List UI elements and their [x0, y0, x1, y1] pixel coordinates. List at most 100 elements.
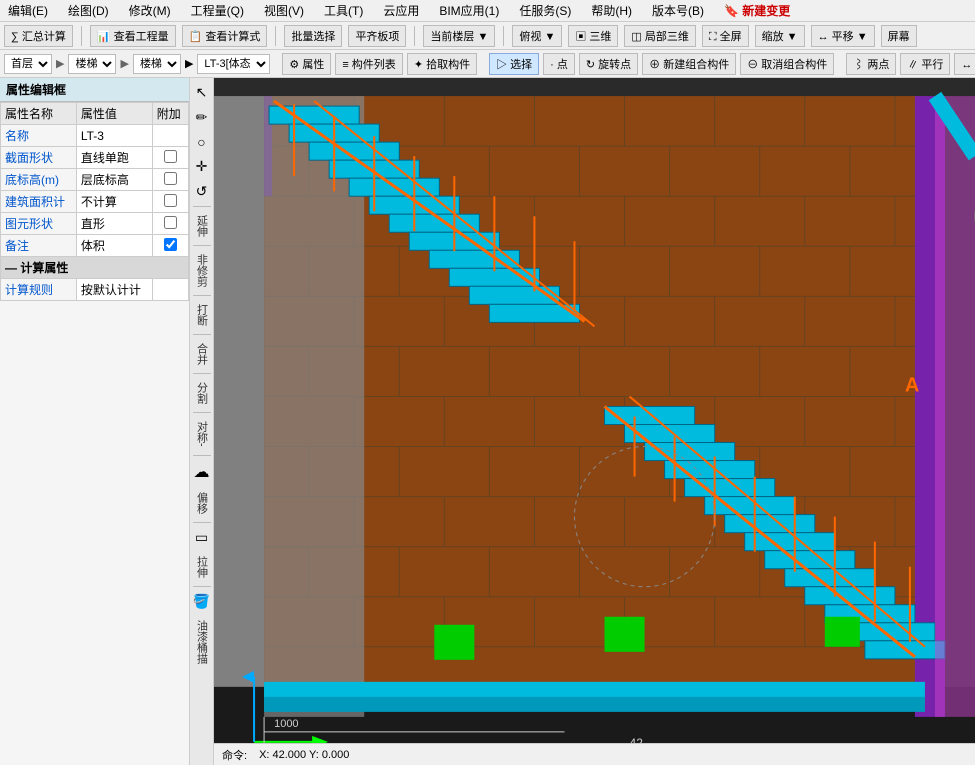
view-formula-btn[interactable]: 📋 查看计算式: [182, 25, 268, 47]
prop-value-shape[interactable]: 直形: [76, 213, 152, 235]
checkbox-elev[interactable]: [164, 172, 177, 185]
checkbox-note[interactable]: [164, 238, 177, 251]
length-mark-btn[interactable]: ↔ 长度标注: [954, 53, 975, 75]
prop-check-note[interactable]: [152, 235, 188, 257]
top-view-btn[interactable]: 俯视 ▼: [512, 25, 562, 47]
col-header-name: 属性名称: [1, 103, 77, 125]
menu-cloud[interactable]: 云应用: [379, 2, 423, 19]
checkbox-area[interactable]: [164, 194, 177, 207]
screen-btn[interactable]: 屏幕: [881, 25, 917, 47]
toolbar-row2: 首层 ▶ 楼梯 ▶ 楼梯 ▶ LT-3[体态 ⚙ 属性 ≡ 构件列表 ✦ 拾取构…: [0, 50, 975, 78]
menu-new-change[interactable]: 🔖 新建变更: [720, 2, 794, 19]
break-btn[interactable]: 打断: [192, 300, 212, 330]
cloud-icon[interactable]: ☁: [192, 460, 212, 484]
component-name-select[interactable]: 楼梯: [133, 54, 181, 74]
prop-label-elev: 底标高(m): [1, 169, 77, 191]
prop-value-elev[interactable]: 层底标高: [76, 169, 152, 191]
cancel-combine-btn[interactable]: ⊖ 取消组合构件: [740, 53, 834, 75]
new-combine-btn[interactable]: ⊕ 新建组合构件: [642, 53, 736, 75]
fullscreen-btn[interactable]: ⛶ 全屏: [702, 25, 749, 47]
comp-arrow: ▶: [120, 57, 128, 70]
left-panel: 属性编辑框 属性名称 属性值 附加 名称 LT-3 截面形状 直线单跑: [0, 78, 190, 765]
zoom-btn[interactable]: 缩放 ▼: [755, 25, 805, 47]
two-point-btn[interactable]: ⌇ 两点: [846, 53, 896, 75]
menu-quantity[interactable]: 工程量(Q): [187, 2, 248, 19]
prop-value-note[interactable]: 体积: [76, 235, 152, 257]
prop-check-elev[interactable]: [152, 169, 188, 191]
floor-select[interactable]: 首层: [4, 54, 52, 74]
menu-service[interactable]: 任服务(S): [515, 2, 575, 19]
align-plate-btn[interactable]: 平齐板项: [348, 25, 406, 47]
status-text: 命令:: [222, 747, 247, 763]
prop-check-area[interactable]: [152, 191, 188, 213]
property-table: 属性名称 属性值 附加 名称 LT-3 截面形状 直线单跑 底标高(m): [0, 102, 189, 301]
vert-sep1: [193, 206, 211, 207]
plus-icon[interactable]: ✛: [194, 156, 210, 177]
menu-modify[interactable]: 修改(M): [125, 2, 175, 19]
split-btn[interactable]: 分割: [192, 378, 212, 408]
vert-sep2: [193, 245, 211, 246]
table-row: 建筑面积计 不计算: [1, 191, 189, 213]
vert-sep7: [193, 455, 211, 456]
checkbox-shape[interactable]: [164, 216, 177, 229]
prop-label-area: 建筑面积计: [1, 191, 77, 213]
cad-drawing: A 1000 42: [214, 78, 975, 765]
current-floor-btn[interactable]: 当前楼层 ▼: [423, 25, 495, 47]
section-header-row: — 计算属性: [1, 257, 189, 279]
rotate-point-btn[interactable]: ↻ 旋转点: [579, 53, 638, 75]
mirror-btn[interactable]: 对称-: [192, 417, 212, 451]
component-spec-select[interactable]: LT-3[体态: [197, 54, 270, 74]
stretch-btn[interactable]: 拉伸: [192, 552, 212, 582]
prop-label-section: 截面形状: [1, 147, 77, 169]
prop-value-area[interactable]: 不计算: [76, 191, 152, 213]
no-trim-btn[interactable]: 非修剪: [192, 250, 212, 291]
menu-edit[interactable]: 编辑(E): [4, 2, 52, 19]
parallel-btn[interactable]: ∥ 平行: [900, 53, 950, 75]
coord-display: X: 42.000 Y: 0.000: [259, 749, 349, 761]
view-quantity-btn[interactable]: 📊 查看工程量: [90, 25, 176, 47]
rect-icon[interactable]: ▭: [193, 527, 210, 548]
pan-btn[interactable]: ↔ 平移 ▼: [811, 25, 875, 47]
col-header-value: 属性值: [76, 103, 152, 125]
menu-tools[interactable]: 工具(T): [320, 2, 367, 19]
paint-label: 油漆桶描: [192, 616, 212, 668]
menu-draw[interactable]: 绘图(D): [64, 2, 113, 19]
3d-view-btn[interactable]: ▣ 三维: [568, 25, 618, 47]
paint-icon[interactable]: 🪣: [191, 591, 212, 612]
menu-help[interactable]: 帮助(H): [587, 2, 636, 19]
main-layout: 属性编辑框 属性名称 属性值 附加 名称 LT-3 截面形状 直线单跑: [0, 78, 975, 765]
vert-sep6: [193, 412, 211, 413]
status-bar: 命令: X: 42.000 Y: 0.000: [214, 743, 975, 765]
offset-btn[interactable]: 偏移: [192, 488, 212, 518]
sep3: [414, 26, 415, 46]
merge-btn[interactable]: 合并: [192, 339, 212, 369]
summarize-btn[interactable]: ∑ 汇总计算: [4, 25, 73, 47]
prop-check-section[interactable]: [152, 147, 188, 169]
pick-component-btn[interactable]: ✦ 拾取构件: [407, 53, 477, 75]
select-btn[interactable]: ▷ 选择: [489, 53, 539, 75]
menu-view[interactable]: 视图(V): [260, 2, 308, 19]
prop-check-calc: [152, 279, 188, 301]
extend-btn[interactable]: 延伸: [192, 211, 212, 241]
prop-value-calc[interactable]: 按默认计计: [76, 279, 152, 301]
rotate-icon[interactable]: ↺: [194, 181, 210, 202]
component-list-btn[interactable]: ≡ 构件列表: [335, 53, 402, 75]
property-btn2[interactable]: ⚙ 属性: [282, 53, 331, 75]
cursor-icon[interactable]: ↖: [194, 82, 210, 103]
prop-value-section[interactable]: 直线单跑: [76, 147, 152, 169]
prop-check-shape[interactable]: [152, 213, 188, 235]
pencil-icon[interactable]: ✏: [194, 107, 210, 128]
vert-sep4: [193, 334, 211, 335]
sep2: [275, 26, 276, 46]
calc-section-header: — 计算属性: [1, 257, 189, 279]
checkbox-section[interactable]: [164, 150, 177, 163]
menu-version[interactable]: 版本号(B): [648, 2, 708, 19]
prop-value-name[interactable]: LT-3: [76, 125, 152, 147]
canvas-area[interactable]: A 1000 42: [214, 78, 975, 765]
local-3d-btn[interactable]: ◫ 局部三维: [624, 25, 695, 47]
point-btn[interactable]: · 点: [543, 53, 575, 75]
circle-icon[interactable]: ○: [195, 132, 207, 152]
component-type-select[interactable]: 楼梯: [68, 54, 116, 74]
menu-bim[interactable]: BIM应用(1): [435, 2, 503, 19]
batch-select-btn[interactable]: 批量选择: [284, 25, 342, 47]
